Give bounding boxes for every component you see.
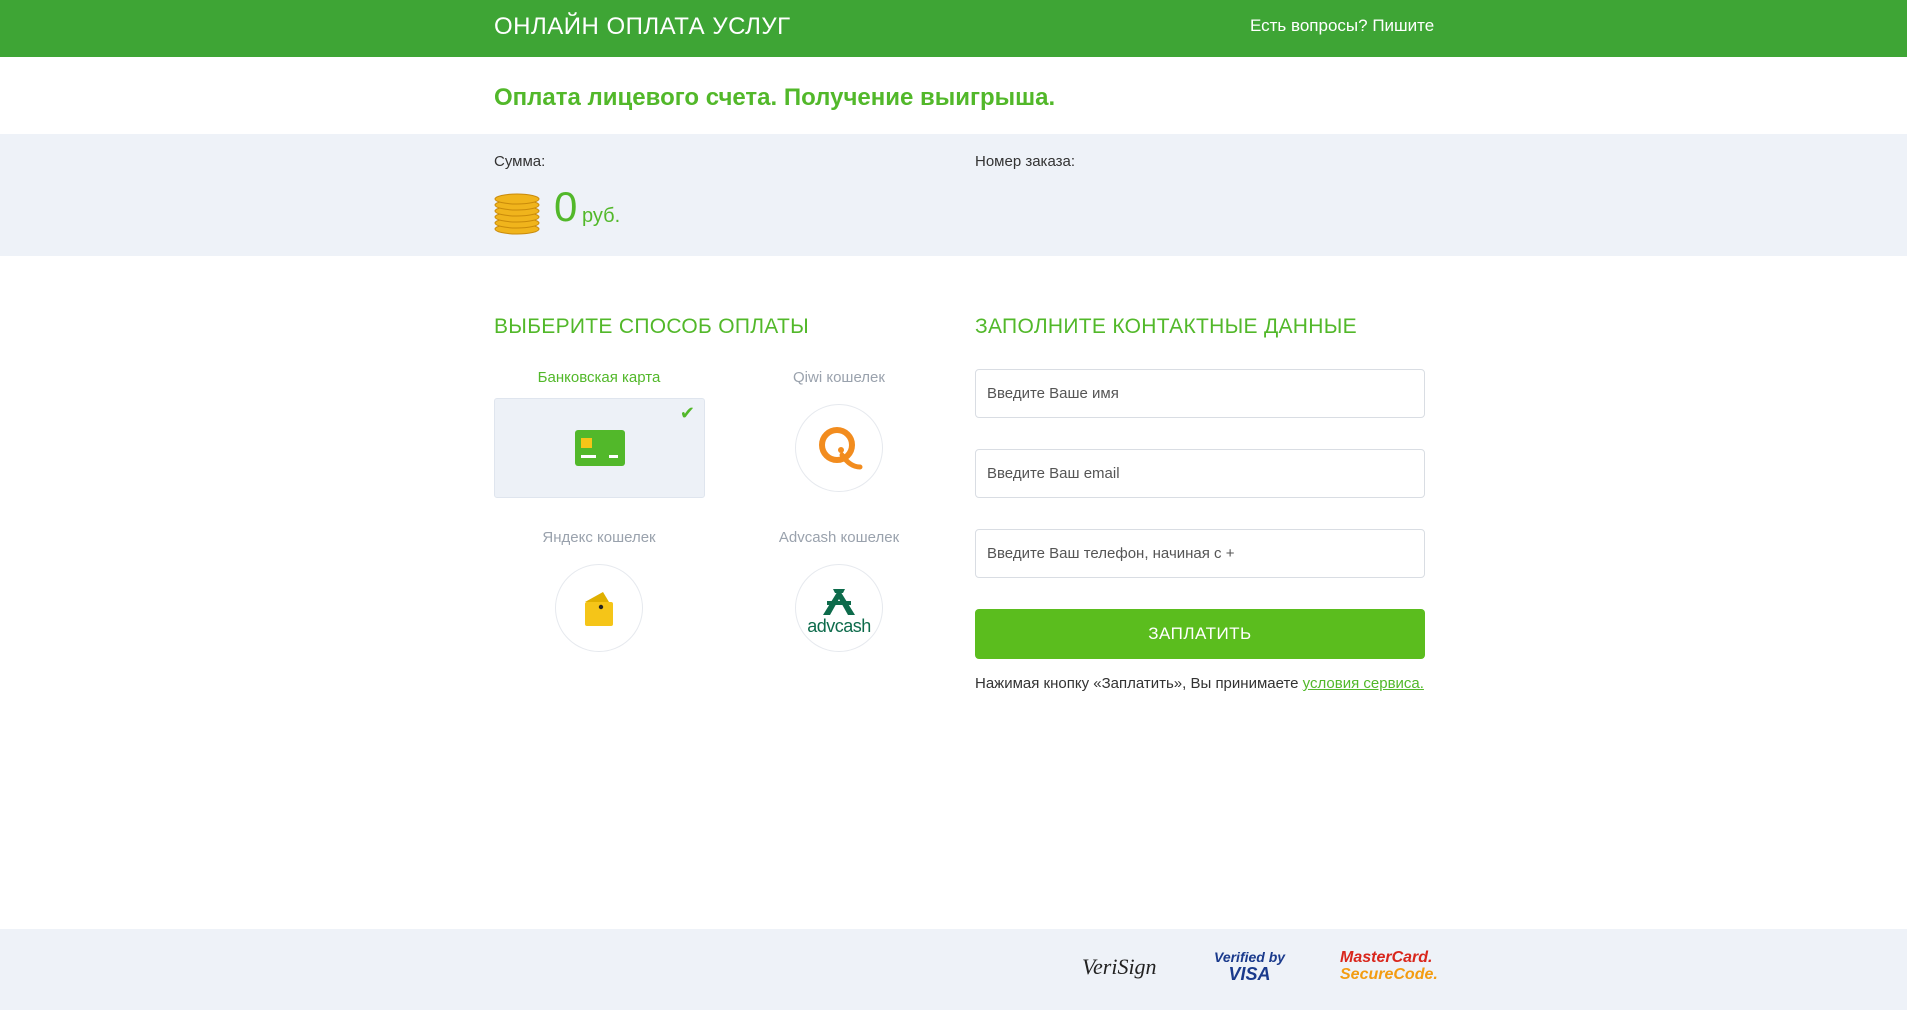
payment-method-label-advcash: Advcash кошелек [778, 529, 900, 546]
mastercard-securecode-logo: MasterCard. SecureCode. [1340, 949, 1438, 983]
payment-section-title: ВЫБЕРИТЕ СПОСОБ ОПЛАТЫ [494, 315, 809, 338]
advcash-icon: advcash [807, 587, 871, 636]
help-link[interactable]: Есть вопросы? Пишите [1250, 16, 1434, 36]
verisign-text: VeriSign [1082, 954, 1157, 979]
mc-bottom-text: SecureCode. [1340, 966, 1438, 983]
verisign-logo: VeriSign [1082, 954, 1157, 980]
verified-by-visa-logo: Verified by VISA [1214, 949, 1285, 983]
footer: VeriSign Verified by VISA MasterCard. Se… [0, 929, 1907, 1010]
page-title: Оплата лицевого счета. Получение выигрыш… [494, 84, 1056, 111]
currency-label: руб. [582, 205, 621, 227]
contact-section-title: ЗАПОЛНИТЕ КОНТАКТНЫЕ ДАННЫЕ [975, 315, 1357, 338]
checkmark-icon: ✔ [679, 403, 695, 423]
terms-text: Нажимая кнопку «Заплатить», Вы принимает… [975, 675, 1424, 692]
mc-top-text: MasterCard. [1340, 949, 1433, 966]
advcash-wordmark: advcash [807, 615, 871, 636]
qiwi-icon [819, 427, 863, 470]
payment-method-bank-card[interactable]: ✔ [494, 398, 705, 498]
payment-method-advcash[interactable]: advcash [795, 564, 883, 652]
name-input[interactable] [975, 369, 1425, 418]
payment-method-label-qiwi: Qiwi кошелек [793, 369, 885, 386]
pay-button[interactable]: ЗАПЛАТИТЬ [975, 609, 1425, 659]
payment-method-qiwi[interactable] [795, 404, 883, 492]
bank-card-icon [575, 430, 625, 466]
terms-prefix: Нажимая кнопку «Заплатить», Вы принимает… [975, 675, 1303, 692]
email-input[interactable] [975, 449, 1425, 498]
payment-method-label-card: Банковская карта [537, 369, 661, 386]
payment-method-label-yandex: Яндекс кошелек [542, 529, 656, 546]
brand-title: ОНЛАЙН ОПЛАТА УСЛУГ [494, 13, 791, 40]
amount-value: 0 [554, 183, 578, 230]
terms-link[interactable]: условия сервиса. [1303, 675, 1424, 692]
visa-bottom-text: VISA [1228, 964, 1271, 984]
amount-label: Сумма: [494, 153, 546, 170]
yandex-wallet-icon [585, 592, 613, 626]
advcash-mark-icon [822, 588, 855, 615]
payment-method-yandex[interactable] [555, 564, 643, 652]
phone-input[interactable] [975, 529, 1425, 578]
coins-icon [494, 193, 540, 235]
order-number-label: Номер заказа: [975, 153, 1076, 170]
top-bar: ОНЛАЙН ОПЛАТА УСЛУГ Есть вопросы? Пишите [0, 0, 1907, 57]
order-summary: Сумма: Номер заказа: [0, 134, 1907, 256]
